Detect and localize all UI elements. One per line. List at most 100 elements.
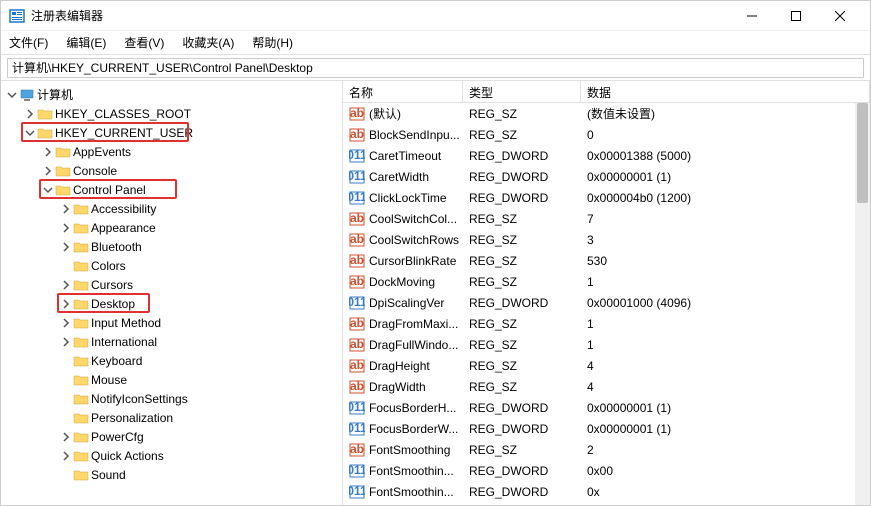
tree-arrow-icon[interactable] bbox=[59, 468, 73, 482]
column-name[interactable]: 名称 bbox=[343, 81, 463, 102]
value-row[interactable]: 011CaretWidthREG_DWORD0x00000001 (1) bbox=[343, 166, 870, 187]
tree-item[interactable]: 计算机 bbox=[1, 85, 342, 104]
tree-pane[interactable]: 计算机HKEY_CLASSES_ROOTHKEY_CURRENT_USERApp… bbox=[1, 81, 343, 505]
string-value-icon: ab bbox=[349, 232, 365, 248]
tree-item[interactable]: Quick Actions bbox=[1, 446, 342, 465]
tree-item[interactable]: Keyboard bbox=[1, 351, 342, 370]
tree-item[interactable]: Input Method bbox=[1, 313, 342, 332]
path-input[interactable] bbox=[7, 58, 864, 78]
tree-item[interactable]: Console bbox=[1, 161, 342, 180]
value-row[interactable]: ab(默认)REG_SZ(数值未设置) bbox=[343, 103, 870, 124]
svg-text:ab: ab bbox=[350, 106, 364, 120]
tree-arrow-icon[interactable] bbox=[59, 411, 73, 425]
menu-view[interactable]: 查看(V) bbox=[122, 32, 166, 53]
binary-value-icon: 011 bbox=[349, 463, 365, 479]
value-type: REG_SZ bbox=[463, 359, 581, 373]
value-row[interactable]: 011FontSmoothin...REG_DWORD0x00 bbox=[343, 460, 870, 481]
value-type: REG_DWORD bbox=[463, 422, 581, 436]
column-data[interactable]: 数据 bbox=[581, 81, 870, 102]
value-row[interactable]: abCoolSwitchRowsREG_SZ3 bbox=[343, 229, 870, 250]
value-data: 0x00 bbox=[581, 464, 870, 478]
menu-file[interactable]: 文件(F) bbox=[7, 32, 50, 53]
folder-icon bbox=[73, 449, 89, 463]
tree-arrow-icon[interactable] bbox=[59, 221, 73, 235]
folder-icon bbox=[55, 183, 71, 197]
folder-icon bbox=[55, 164, 71, 178]
tree-arrow-icon[interactable] bbox=[41, 164, 55, 178]
string-value-icon: ab bbox=[349, 316, 365, 332]
value-row[interactable]: abDockMovingREG_SZ1 bbox=[343, 271, 870, 292]
value-row[interactable]: abDragHeightREG_SZ4 bbox=[343, 355, 870, 376]
tree-arrow-icon[interactable] bbox=[59, 354, 73, 368]
tree-arrow-icon[interactable] bbox=[5, 88, 19, 102]
tree-arrow-icon[interactable] bbox=[59, 392, 73, 406]
tree-item[interactable]: Sound bbox=[1, 465, 342, 484]
svg-text:ab: ab bbox=[350, 337, 364, 351]
tree-arrow-icon[interactable] bbox=[59, 240, 73, 254]
value-row[interactable]: abDragFromMaxi...REG_SZ1 bbox=[343, 313, 870, 334]
scroll-thumb[interactable] bbox=[857, 103, 868, 203]
tree-item[interactable]: Bluetooth bbox=[1, 237, 342, 256]
close-button[interactable] bbox=[818, 1, 862, 31]
maximize-button[interactable] bbox=[774, 1, 818, 31]
titlebar: 注册表编辑器 bbox=[1, 1, 870, 31]
tree-arrow-icon[interactable] bbox=[41, 145, 55, 159]
value-row[interactable]: abDragWidthREG_SZ4 bbox=[343, 376, 870, 397]
value-row[interactable]: 011FocusBorderW...REG_DWORD0x00000001 (1… bbox=[343, 418, 870, 439]
tree-item[interactable]: HKEY_CURRENT_USER bbox=[1, 123, 342, 142]
minimize-button[interactable] bbox=[730, 1, 774, 31]
tree-arrow-icon[interactable] bbox=[59, 259, 73, 273]
tree-item[interactable]: Control Panel bbox=[1, 180, 342, 199]
tree-item[interactable]: HKEY_CLASSES_ROOT bbox=[1, 104, 342, 123]
string-value-icon: ab bbox=[349, 253, 365, 269]
tree-item[interactable]: Appearance bbox=[1, 218, 342, 237]
tree-arrow-icon[interactable] bbox=[59, 297, 73, 311]
tree-item[interactable]: Desktop bbox=[1, 294, 342, 313]
value-data: (数值未设置) bbox=[581, 105, 870, 122]
tree-item[interactable]: Personalization bbox=[1, 408, 342, 427]
tree-arrow-icon[interactable] bbox=[59, 449, 73, 463]
values-scrollbar[interactable] bbox=[855, 103, 870, 505]
menu-favorites[interactable]: 收藏夹(A) bbox=[180, 32, 236, 53]
tree-item[interactable]: Cursors bbox=[1, 275, 342, 294]
tree-arrow-icon[interactable] bbox=[41, 183, 55, 197]
value-row[interactable]: abCoolSwitchCol...REG_SZ7 bbox=[343, 208, 870, 229]
tree-label: Colors bbox=[91, 259, 126, 273]
menu-help[interactable]: 帮助(H) bbox=[250, 32, 295, 53]
tree-arrow-icon[interactable] bbox=[59, 335, 73, 349]
value-row[interactable]: abBlockSendInpu...REG_SZ0 bbox=[343, 124, 870, 145]
value-type: REG_SZ bbox=[463, 443, 581, 457]
tree-item[interactable]: AppEvents bbox=[1, 142, 342, 161]
tree-item[interactable]: Colors bbox=[1, 256, 342, 275]
value-type: REG_SZ bbox=[463, 275, 581, 289]
value-data: 0x00000001 (1) bbox=[581, 401, 870, 415]
value-name: FontSmoothin... bbox=[369, 485, 454, 499]
tree-item[interactable]: Mouse bbox=[1, 370, 342, 389]
tree-arrow-icon[interactable] bbox=[59, 202, 73, 216]
value-row[interactable]: 011DpiScalingVerREG_DWORD0x00001000 (409… bbox=[343, 292, 870, 313]
tree-arrow-icon[interactable] bbox=[59, 430, 73, 444]
column-type[interactable]: 类型 bbox=[463, 81, 581, 102]
tree-item[interactable]: International bbox=[1, 332, 342, 351]
menu-edit[interactable]: 编辑(E) bbox=[64, 32, 108, 53]
tree-arrow-icon[interactable] bbox=[59, 278, 73, 292]
value-name: FocusBorderW... bbox=[369, 422, 458, 436]
svg-text:011: 011 bbox=[349, 484, 365, 498]
value-row[interactable]: abCursorBlinkRateREG_SZ530 bbox=[343, 250, 870, 271]
value-name: DragFromMaxi... bbox=[369, 317, 458, 331]
value-data: 4 bbox=[581, 380, 870, 394]
value-row[interactable]: 011FocusBorderH...REG_DWORD0x00000001 (1… bbox=[343, 397, 870, 418]
tree-arrow-icon[interactable] bbox=[59, 373, 73, 387]
value-row[interactable]: abDragFullWindo...REG_SZ1 bbox=[343, 334, 870, 355]
value-row[interactable]: abFontSmoothingREG_SZ2 bbox=[343, 439, 870, 460]
tree-item[interactable]: PowerCfg bbox=[1, 427, 342, 446]
folder-icon bbox=[73, 354, 89, 368]
tree-item[interactable]: NotifyIconSettings bbox=[1, 389, 342, 408]
value-row[interactable]: 011FontSmoothin...REG_DWORD0x bbox=[343, 481, 870, 502]
tree-arrow-icon[interactable] bbox=[23, 107, 37, 121]
value-row[interactable]: 011ClickLockTimeREG_DWORD0x000004b0 (120… bbox=[343, 187, 870, 208]
value-row[interactable]: 011CaretTimeoutREG_DWORD0x00001388 (5000… bbox=[343, 145, 870, 166]
tree-arrow-icon[interactable] bbox=[59, 316, 73, 330]
tree-item[interactable]: Accessibility bbox=[1, 199, 342, 218]
tree-arrow-icon[interactable] bbox=[23, 126, 37, 140]
